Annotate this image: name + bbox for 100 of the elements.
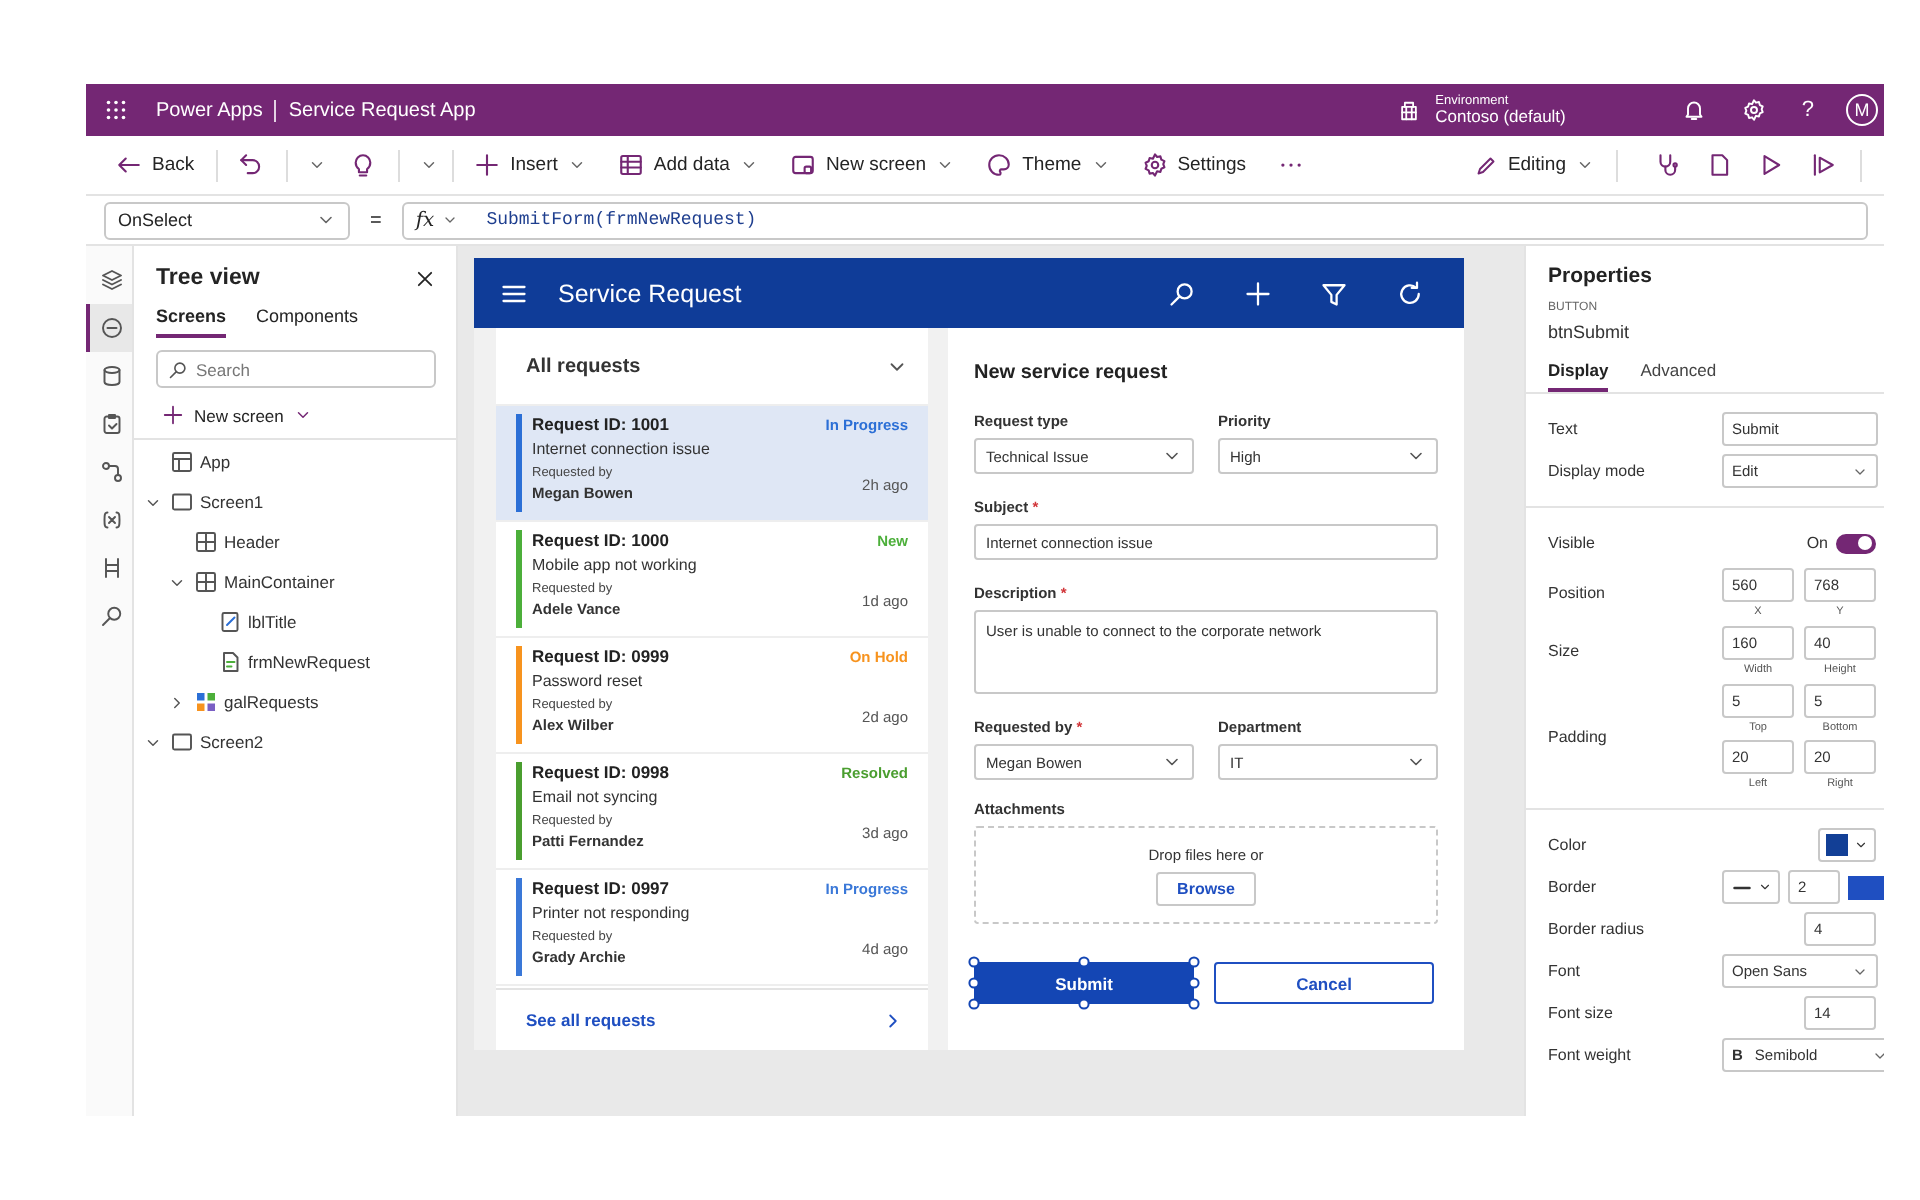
tree-item[interactable]: lblTitle	[134, 602, 456, 642]
property-label: Color	[1548, 836, 1589, 854]
request-id: Request ID: 1000	[532, 530, 669, 550]
environment-name[interactable]: Contoso (default)	[1435, 107, 1566, 127]
request-summary: Printer not responding	[532, 904, 692, 922]
property-label: Text	[1548, 420, 1580, 438]
table-icon	[617, 152, 644, 178]
request-summary: Password reset	[532, 672, 645, 690]
caret-icon	[1576, 156, 1594, 174]
list-title: All requests	[526, 355, 641, 377]
see-all-link[interactable]: See all requests	[526, 1010, 656, 1030]
new-screen-button[interactable]: New screen	[134, 388, 456, 440]
equals-sign: =	[370, 209, 382, 231]
bell-icon[interactable]	[1681, 98, 1706, 122]
property-label: Size	[1548, 642, 1582, 660]
tree-item[interactable]: frmNewRequest	[134, 642, 456, 682]
database-icon	[99, 364, 123, 388]
submit-button[interactable]: Submit	[974, 962, 1194, 1004]
line-style-dropdown[interactable]	[1722, 870, 1780, 904]
caret-icon	[1758, 880, 1772, 894]
property-label: Visible	[1548, 534, 1597, 552]
tab[interactable]: Components	[256, 306, 359, 338]
tree-item[interactable]: App	[134, 442, 456, 482]
tree-item[interactable]: Screen1	[134, 482, 456, 522]
caret-icon	[308, 156, 327, 174]
tab[interactable]: Display	[1548, 360, 1609, 392]
help-button[interactable]: ?	[1801, 98, 1814, 122]
toolbar-button[interactable]: Theme	[976, 146, 1120, 184]
page-icon[interactable]	[1706, 152, 1732, 178]
settings-icon[interactable]	[1741, 98, 1766, 122]
property-label: Border	[1548, 878, 1599, 896]
toolbar-button[interactable]: Settings	[1131, 146, 1257, 184]
app-icon	[170, 450, 194, 474]
tree-item[interactable]: Header	[134, 522, 456, 562]
gallery-icon	[194, 690, 218, 714]
toolbar-button[interactable]: Add data	[607, 146, 768, 184]
app-launcher-icon[interactable]	[104, 98, 128, 122]
tree-item[interactable]: galRequests	[134, 682, 456, 722]
form-title: New service request	[974, 362, 1170, 384]
publish-icon[interactable]	[1810, 152, 1836, 178]
property-dropdown[interactable]: OnSelect	[104, 201, 350, 239]
layers-icon	[99, 268, 123, 292]
refresh-icon[interactable]	[1396, 279, 1424, 307]
caret-icon	[936, 156, 955, 174]
browse-button[interactable]: Browse	[1155, 871, 1257, 905]
caret-icon	[739, 156, 758, 174]
property-label: Font weight	[1548, 1046, 1633, 1064]
screen-title: Service Request	[558, 279, 744, 307]
caret-icon	[567, 156, 586, 174]
plus-icon	[162, 404, 184, 426]
mode-dropdown[interactable]: Editing	[1463, 147, 1604, 183]
caret-icon	[1854, 838, 1868, 852]
back-arrow-icon	[116, 152, 142, 178]
panel-title: Tree view	[156, 266, 260, 290]
plus-icon	[474, 152, 501, 178]
tab[interactable]: Screens	[156, 306, 227, 338]
caret-icon	[1091, 156, 1110, 174]
avatar[interactable]: M	[1846, 94, 1878, 126]
color-picker[interactable]	[1818, 828, 1876, 862]
formula-field[interactable]: fx SubmitForm(frmNewRequest)	[401, 201, 1868, 239]
clipboard-icon	[99, 412, 123, 436]
variable-icon	[99, 508, 123, 532]
toolbar-button[interactable]: Back	[106, 146, 205, 184]
request-id: Request ID: 0999	[532, 646, 669, 666]
search-icon	[99, 604, 123, 628]
plus-icon[interactable]	[1244, 279, 1272, 307]
screen-icon	[170, 490, 194, 514]
caret-icon	[293, 406, 312, 424]
property-label: Font size	[1548, 1004, 1615, 1022]
color-swatch[interactable]	[1848, 875, 1884, 899]
flow-icon	[99, 460, 123, 484]
filter-icon[interactable]	[1320, 279, 1348, 307]
tab[interactable]: Advanced	[1640, 360, 1717, 392]
undo-icon	[238, 152, 265, 178]
toolbar-button[interactable]: Insert	[464, 146, 596, 184]
property-label: Border radius	[1548, 920, 1647, 938]
stethoscope-icon[interactable]	[1654, 152, 1680, 178]
screen-icon	[170, 730, 194, 754]
cancel-button[interactable]: Cancel	[1214, 962, 1434, 1004]
settings-icon	[1141, 152, 1168, 178]
tree-item[interactable]: Screen2	[134, 722, 456, 762]
fx-button[interactable]: fx	[415, 209, 435, 231]
play-icon[interactable]	[1758, 152, 1784, 178]
close-icon[interactable]	[414, 267, 436, 289]
request-id: Request ID: 0997	[532, 878, 669, 898]
app-title: Service Request App	[288, 99, 476, 121]
toolbar-button[interactable]: New screen	[779, 146, 965, 184]
search-field[interactable]: Search	[156, 350, 436, 388]
palette-icon	[986, 152, 1013, 178]
tree-item[interactable]: MainContainer	[134, 562, 456, 602]
control-name: btnSubmit	[1548, 322, 1632, 342]
panel-title: Properties	[1548, 264, 1654, 288]
container-icon	[194, 530, 218, 554]
toggle-label: On	[1806, 534, 1828, 552]
form-icon	[218, 650, 242, 674]
toggle-switch[interactable]	[1836, 533, 1876, 553]
app-name: Power Apps	[156, 99, 263, 121]
screen-icon	[789, 152, 816, 178]
search-icon[interactable]	[1168, 279, 1196, 307]
caret-icon	[420, 156, 439, 174]
